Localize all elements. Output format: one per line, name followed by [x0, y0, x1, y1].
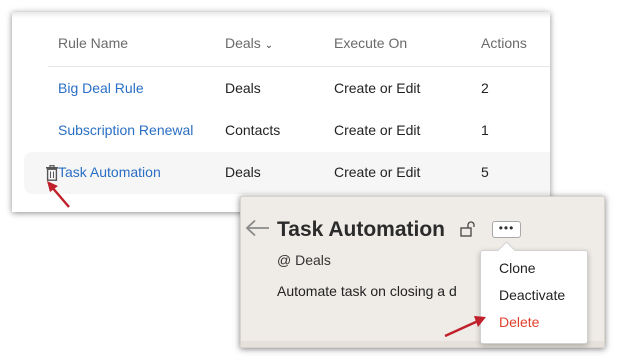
rule-execute-on: Create or Edit — [334, 80, 421, 96]
header-rule-name: Rule Name — [58, 35, 129, 51]
rule-name-link[interactable]: Subscription Renewal — [58, 122, 193, 138]
rule-name-link[interactable]: Task Automation — [58, 164, 161, 180]
more-options-menu: Clone Deactivate Delete — [480, 241, 588, 344]
rule-execute-on: Create or Edit — [334, 164, 421, 180]
header-execute-on: Execute On — [334, 35, 408, 51]
rule-name-link[interactable]: Big Deal Rule — [58, 80, 144, 96]
chevron-down-icon[interactable]: ⌄ — [265, 40, 273, 51]
table-header: Rule Name Deals ⌄ Execute On Actions — [48, 26, 550, 67]
menu-item-deactivate[interactable]: Deactivate — [499, 287, 565, 303]
table-row[interactable]: Big Deal Rule Deals Create or Edit 2 — [12, 68, 550, 110]
menu-item-delete[interactable]: Delete — [499, 314, 539, 330]
menu-item-clone[interactable]: Clone — [499, 260, 536, 276]
rule-module: Deals — [225, 80, 261, 96]
rule-actions-count: 5 — [481, 164, 489, 180]
rule-execute-on: Create or Edit — [334, 122, 421, 138]
panel-top-edge — [12, 12, 550, 18]
rule-module: Contacts — [225, 122, 281, 138]
back-arrow-icon[interactable] — [245, 219, 271, 237]
rule-description: Automate task on closing a d — [277, 283, 457, 299]
header-module-label: Deals — [225, 35, 261, 51]
rules-list-panel: Rule Name Deals ⌄ Execute On Actions Big … — [12, 12, 550, 212]
rule-module-tag: @ Deals — [277, 252, 331, 268]
lock-icon[interactable] — [460, 221, 476, 237]
rule-actions-count: 2 — [481, 80, 489, 96]
table-row[interactable]: Task Automation Deals Create or Edit 5 — [24, 152, 550, 194]
table-row[interactable]: Subscription Renewal Contacts Create or … — [12, 110, 550, 152]
more-options-button[interactable]: ••• — [492, 221, 521, 238]
rule-module: Deals — [225, 164, 261, 180]
trash-icon[interactable] — [45, 165, 59, 181]
rule-title: Task Automation — [277, 218, 446, 241]
header-actions: Actions — [481, 35, 527, 51]
header-module-filter[interactable]: Deals ⌄ — [225, 35, 273, 51]
rule-actions-count: 1 — [481, 122, 489, 138]
